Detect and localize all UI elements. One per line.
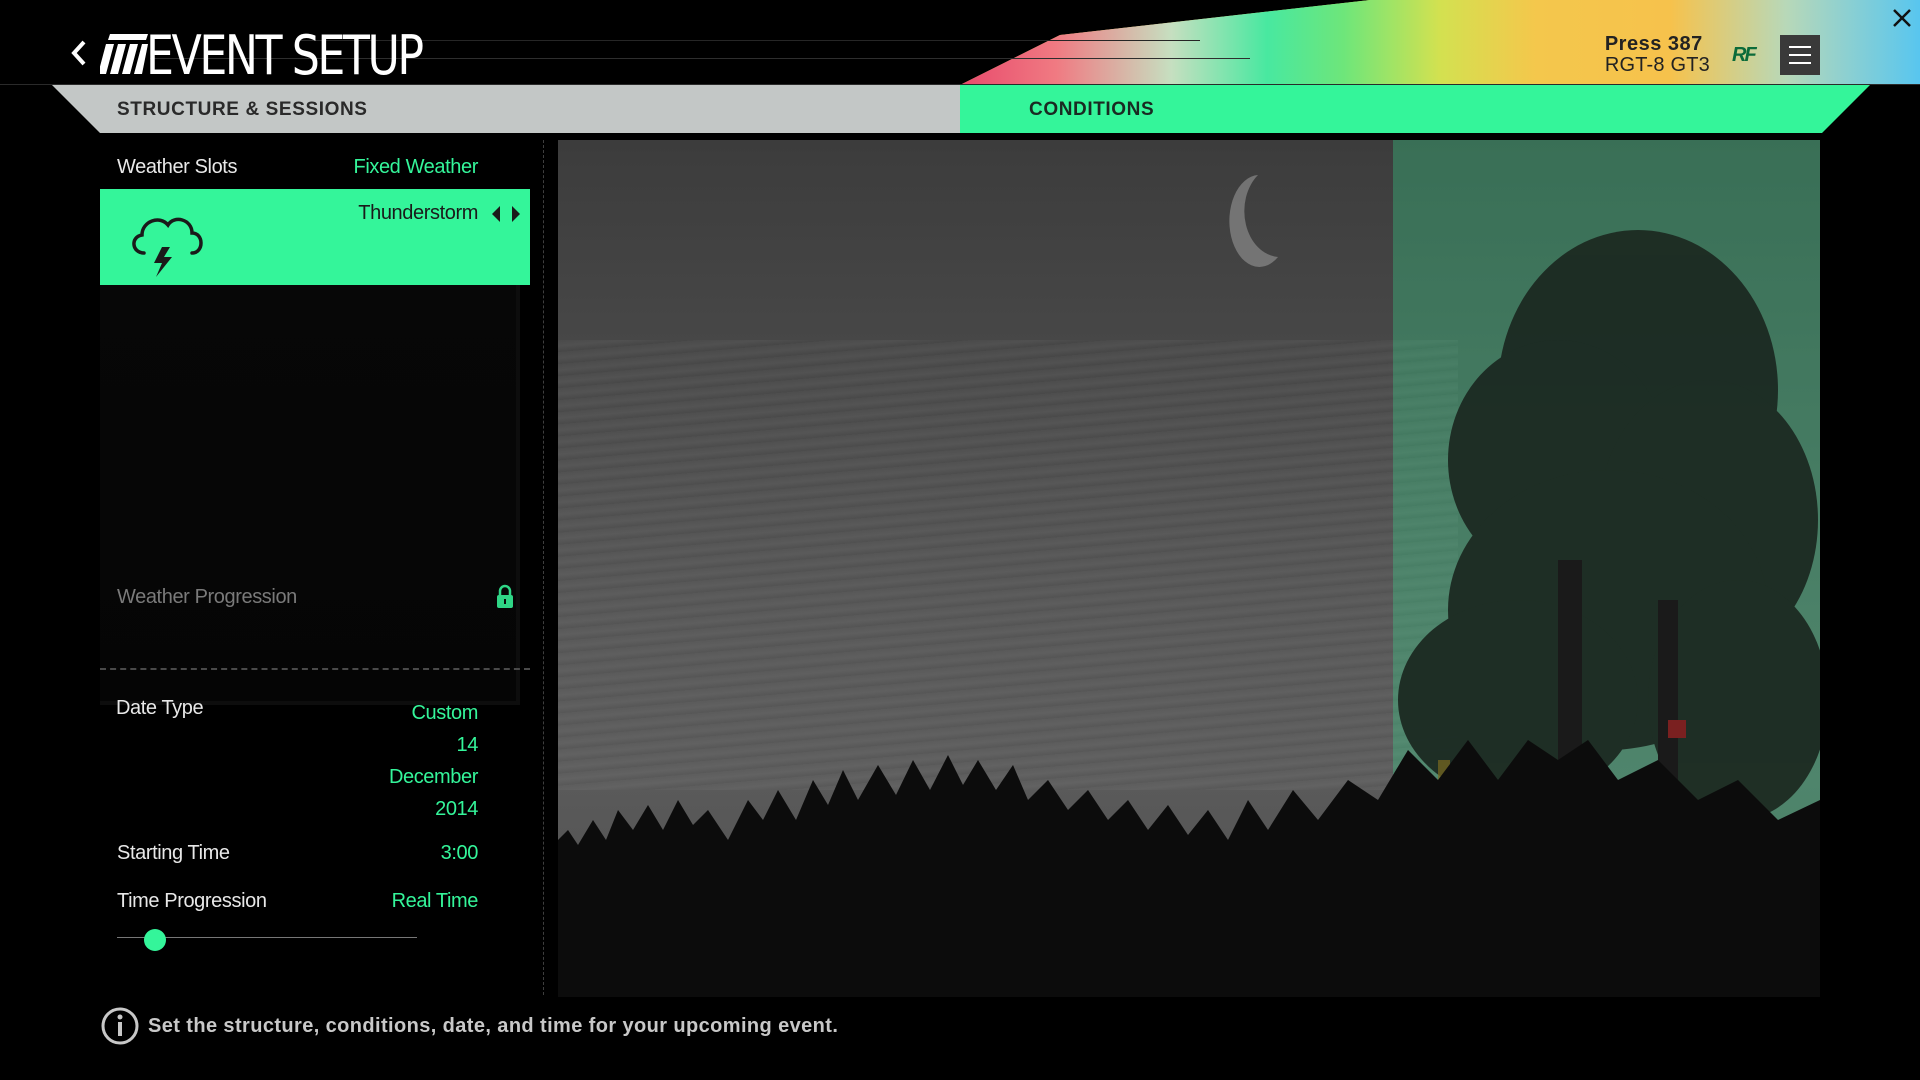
top-bar: EVENT SETUP Press 387 RGT-8 GT3 RF bbox=[0, 0, 1920, 85]
arrow-right-icon[interactable] bbox=[510, 205, 522, 223]
section-divider bbox=[100, 668, 530, 670]
page-title: EVENT SETUP bbox=[146, 24, 424, 86]
weather-slots-setting[interactable]: Weather Slots Fixed Weather bbox=[100, 154, 530, 184]
date-type-value: Custom bbox=[411, 702, 478, 724]
time-progression-slider[interactable] bbox=[117, 926, 417, 951]
car-brand-logo: RF bbox=[1732, 44, 1757, 66]
info-icon bbox=[101, 1007, 139, 1045]
car-name: Press 387 bbox=[1604, 33, 1703, 55]
car-model: RGT-8 GT3 bbox=[1604, 54, 1710, 76]
starting-time-label: Starting Time bbox=[117, 842, 230, 864]
weather-slots-label: Weather Slots bbox=[117, 156, 238, 178]
weather-slot-selector[interactable]: Thunderstorm bbox=[100, 189, 530, 285]
time-progression-label: Time Progression bbox=[117, 890, 267, 912]
date-type-setting[interactable]: Date Type Custom 14 December 2014 bbox=[100, 697, 530, 820]
date-year: 2014 bbox=[435, 798, 478, 820]
close-button[interactable] bbox=[1890, 6, 1914, 30]
preview-sky bbox=[558, 340, 1458, 790]
tab-conditions[interactable]: CONDITIONS bbox=[960, 85, 1870, 133]
date-day: 14 bbox=[456, 734, 479, 756]
menu-button[interactable] bbox=[1780, 35, 1820, 75]
tab-label: STRUCTURE & SESSIONS bbox=[117, 99, 368, 120]
close-icon bbox=[1893, 9, 1911, 27]
weather-slot-list-area bbox=[100, 285, 520, 705]
header-decorative-line bbox=[300, 40, 1200, 41]
preview-highlight-overlay bbox=[1393, 140, 1820, 997]
hamburger-icon bbox=[1789, 54, 1811, 56]
hamburger-icon bbox=[1789, 46, 1811, 48]
lock-icon bbox=[497, 584, 513, 608]
chevron-left-icon bbox=[71, 40, 86, 66]
game-logo-icon bbox=[98, 34, 148, 74]
panel-divider bbox=[543, 140, 544, 995]
date-type-label: Date Type bbox=[116, 697, 204, 719]
starting-time-setting[interactable]: Starting Time 3:00 bbox=[100, 840, 530, 870]
time-progression-setting[interactable]: Time Progression Real Time bbox=[100, 888, 530, 918]
hamburger-icon bbox=[1789, 62, 1811, 64]
weather-type-value: Thunderstorm bbox=[358, 202, 478, 224]
tab-structure-sessions[interactable]: STRUCTURE & SESSIONS bbox=[52, 85, 962, 133]
thunderstorm-cloud-icon bbox=[132, 217, 203, 277]
conditions-preview-image bbox=[558, 140, 1820, 997]
back-button[interactable] bbox=[68, 38, 90, 68]
arrow-left-icon[interactable] bbox=[490, 205, 502, 223]
starting-time-value: 3:00 bbox=[440, 842, 479, 864]
weather-slots-value: Fixed Weather bbox=[353, 156, 479, 178]
footer-hint-text: Set the structure, conditions, date, and… bbox=[148, 1015, 839, 1037]
slider-thumb[interactable] bbox=[144, 929, 166, 951]
date-month: December bbox=[388, 766, 478, 788]
weather-progression-setting: Weather Progression bbox=[100, 584, 530, 614]
date-value: Custom 14 December 2014 bbox=[389, 697, 478, 825]
selected-car-info: Press 387 RGT-8 GT3 bbox=[1605, 34, 1710, 76]
tab-label: CONDITIONS bbox=[1029, 99, 1155, 120]
tab-strip: STRUCTURE & SESSIONS CONDITIONS bbox=[52, 85, 1870, 133]
time-progression-value: Real Time bbox=[391, 890, 479, 912]
weather-progression-label: Weather Progression bbox=[117, 586, 297, 608]
conditions-settings-panel: Weather Slots Fixed Weather Thunderstorm… bbox=[100, 140, 530, 970]
